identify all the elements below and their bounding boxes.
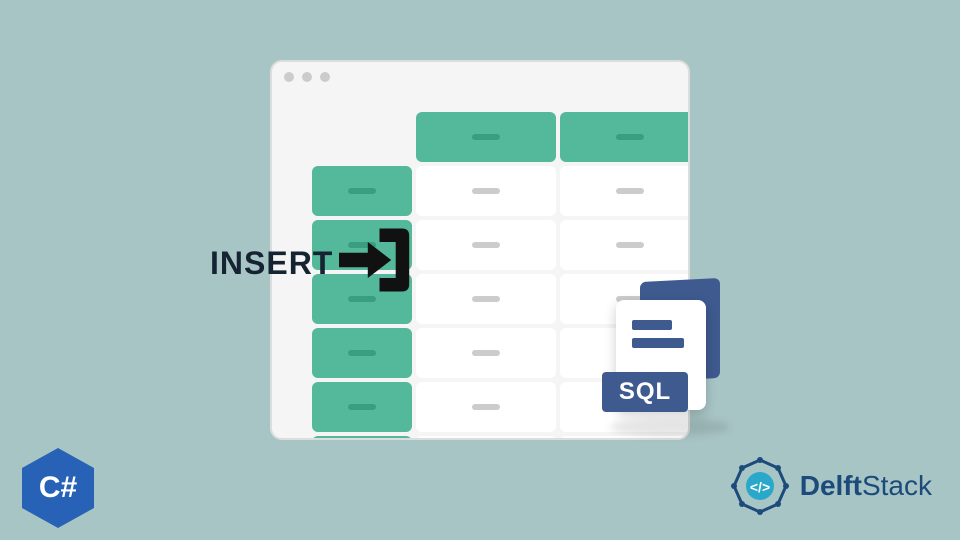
- header-left-4: [312, 328, 412, 378]
- dash-icon: [616, 134, 644, 140]
- dash-icon: [472, 242, 500, 248]
- file-line-icon: [632, 338, 684, 348]
- insert-label: INSERT: [210, 245, 333, 282]
- brand-prefix: Delft: [800, 470, 862, 501]
- header-top-2: [560, 112, 690, 162]
- sql-shadow: [610, 418, 730, 436]
- cell: [416, 220, 556, 270]
- cell-corner: [312, 112, 412, 162]
- dash-icon: [472, 188, 500, 194]
- window-dot-2: [302, 72, 312, 82]
- file-line-icon: [632, 320, 672, 330]
- cell: [416, 166, 556, 216]
- header-top-1: [416, 112, 556, 162]
- csharp-badge: C#: [18, 448, 98, 528]
- csharp-hex-icon: C#: [18, 448, 98, 528]
- dash-icon: [472, 296, 500, 302]
- dash-icon: [472, 404, 500, 410]
- brand-symbol-icon: </>: [730, 456, 790, 516]
- dash-icon: [348, 188, 376, 194]
- dash-icon: [472, 350, 500, 356]
- dash-icon: [616, 242, 644, 248]
- window-dot-1: [284, 72, 294, 82]
- cell: [416, 274, 556, 324]
- dash-icon: [348, 350, 376, 356]
- cell: [560, 166, 690, 216]
- header-left-5: [312, 382, 412, 432]
- csharp-label: C#: [39, 471, 77, 505]
- svg-text:</>: </>: [750, 479, 770, 495]
- window-chrome: [272, 62, 688, 92]
- brand-logo: </> DelftStack: [730, 456, 932, 516]
- header-left-6: [312, 436, 412, 440]
- window-dot-3: [320, 72, 330, 82]
- cell: [416, 382, 556, 432]
- brand-suffix: Stack: [862, 470, 932, 501]
- header-left-1: [312, 166, 412, 216]
- dash-icon: [472, 134, 500, 140]
- dash-icon: [348, 404, 376, 410]
- sql-badge: SQL: [602, 372, 688, 412]
- cell: [560, 436, 690, 440]
- dash-icon: [616, 188, 644, 194]
- brand-text: DelftStack: [800, 470, 932, 502]
- cell: [416, 328, 556, 378]
- insert-arrow-icon: [330, 215, 420, 305]
- cell: [416, 436, 556, 440]
- cell: [560, 220, 690, 270]
